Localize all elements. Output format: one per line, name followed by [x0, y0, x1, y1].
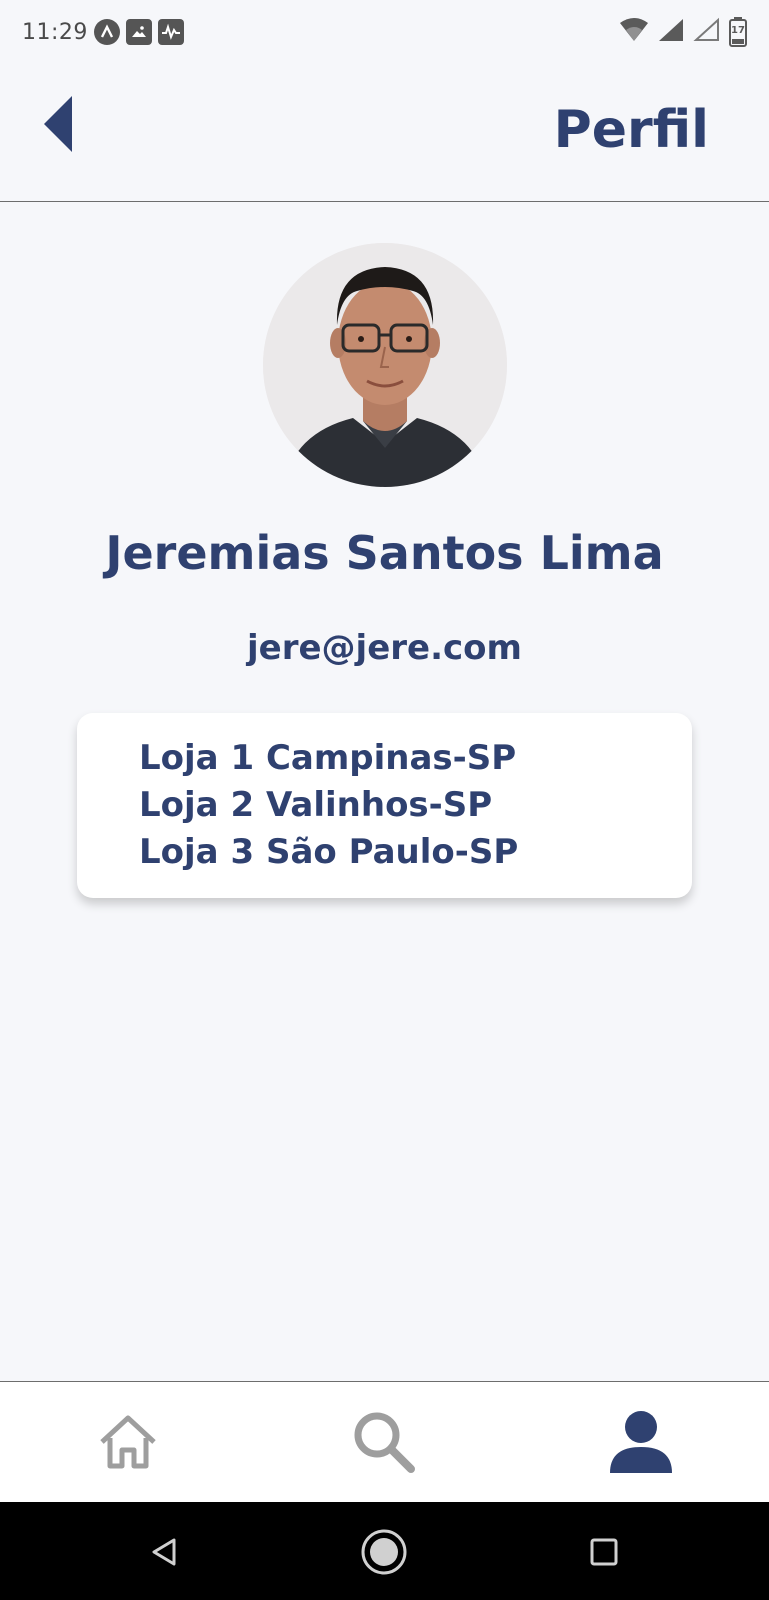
app-notification-icon: [93, 19, 120, 45]
system-back-button[interactable]: [136, 1524, 192, 1580]
store-item: Loja 2 Valinhos-SP: [139, 785, 493, 825]
user-email: jere@jere.com: [247, 628, 522, 668]
tab-search[interactable]: [346, 1404, 422, 1480]
system-home-button[interactable]: [356, 1524, 412, 1580]
status-time: 11:29: [22, 19, 88, 45]
system-recents-button[interactable]: [576, 1524, 632, 1580]
system-nav-bar: [0, 1502, 769, 1600]
avatar: [263, 243, 507, 487]
home-icon: [100, 1415, 156, 1469]
search-icon: [354, 1412, 415, 1473]
status-bar: 11:29 17: [0, 0, 769, 64]
avatar-photo: [263, 243, 507, 487]
recents-square-icon: [590, 1538, 618, 1566]
header: Perfil: [0, 64, 769, 202]
status-right: 17: [619, 17, 747, 47]
back-triangle-icon: [152, 1538, 176, 1566]
tab-profile[interactable]: [603, 1404, 679, 1480]
user-icon: [610, 1411, 672, 1473]
activity-notification-icon: [157, 19, 184, 45]
wifi-icon: [619, 17, 649, 47]
tab-bar: [0, 1381, 769, 1502]
status-left: 11:29: [22, 19, 184, 45]
store-item: Loja 1 Campinas-SP: [139, 738, 517, 778]
battery-level: 17: [731, 25, 745, 36]
back-button[interactable]: [40, 92, 80, 156]
image-notification-icon: [125, 19, 152, 45]
stores-card: Loja 1 Campinas-SP Loja 2 Valinhos-SP Lo…: [77, 713, 692, 898]
back-arrow-icon: [44, 96, 72, 152]
user-name: Jeremias Santos Lima: [105, 526, 664, 580]
tab-home[interactable]: [90, 1404, 166, 1480]
cell-signal-icon: [657, 17, 685, 47]
cell-signal-empty-icon: [693, 17, 721, 47]
battery-icon: 17: [729, 17, 747, 47]
store-item: Loja 3 São Paulo-SP: [139, 832, 519, 872]
page-title: Perfil: [553, 100, 709, 160]
home-circle-icon: [361, 1529, 407, 1575]
